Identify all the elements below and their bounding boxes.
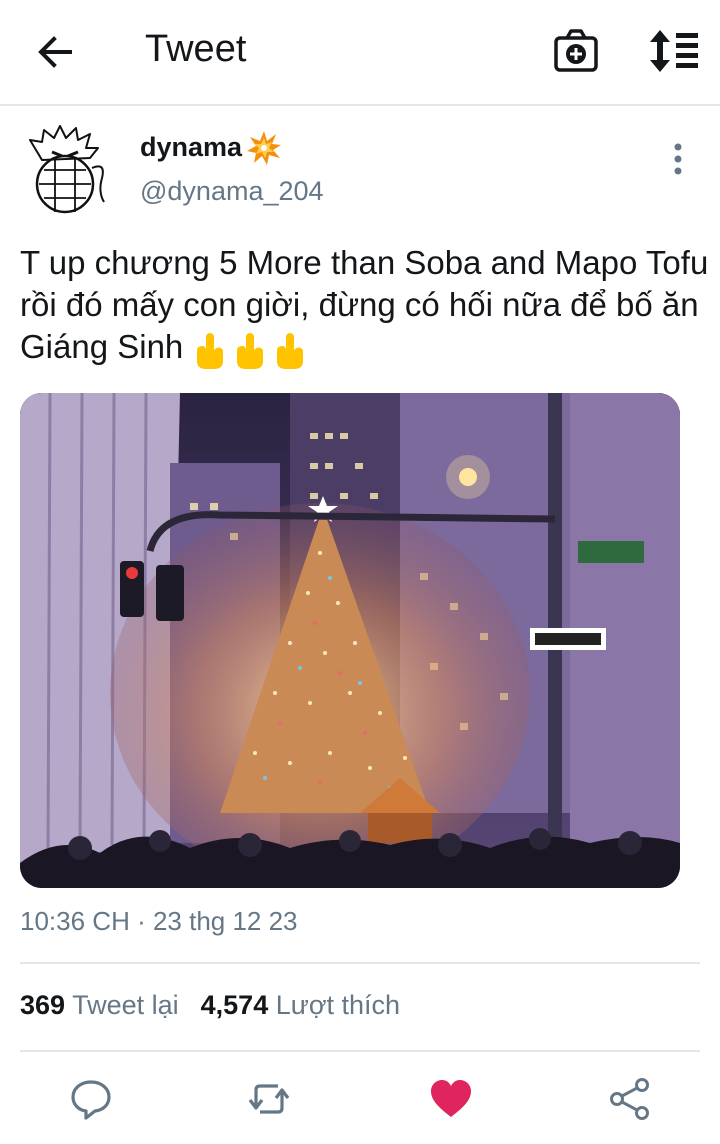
- more-options-button[interactable]: [664, 140, 692, 178]
- camera-plus-icon: [554, 29, 598, 72]
- divider: [20, 962, 700, 964]
- like-button[interactable]: [428, 1076, 474, 1122]
- collision-icon: [246, 130, 282, 166]
- tweet-photo[interactable]: [20, 393, 680, 888]
- camera-button[interactable]: [552, 28, 600, 74]
- back-button[interactable]: [34, 32, 78, 72]
- like-stat[interactable]: 4,574 Lượt thích: [201, 990, 400, 1020]
- reply-icon: [71, 1080, 111, 1120]
- page-title: Tweet: [145, 28, 247, 70]
- top-app-bar: Tweet: [0, 0, 720, 106]
- arrow-left-icon: [38, 36, 72, 68]
- christmas-tree-photo: [20, 393, 680, 888]
- reply-button[interactable]: [68, 1076, 114, 1122]
- avatar[interactable]: [22, 122, 108, 216]
- like-count: 4,574: [200, 990, 269, 1020]
- more-vertical-icon: [674, 143, 682, 175]
- tweet-text-content: T up chương 5 More than Soba and Mapo To…: [20, 244, 709, 365]
- retweet-icon: [248, 1084, 290, 1114]
- retweet-stat[interactable]: 369 Tweet lại: [20, 990, 179, 1020]
- retweet-label: Tweet lại: [72, 990, 179, 1020]
- tweet-text: T up chương 5 More than Soba and Mapo To…: [20, 242, 710, 371]
- engagement-stats: 369 Tweet lại 4,574 Lượt thích: [20, 990, 400, 1021]
- share-button[interactable]: [607, 1076, 653, 1122]
- author-display-name[interactable]: dynama: [140, 132, 242, 163]
- tweet-timestamp[interactable]: 10:36 CH · 23 thg 12 23: [20, 906, 298, 937]
- retweet-button[interactable]: [246, 1076, 292, 1122]
- sort-button[interactable]: [646, 28, 700, 74]
- middle-finger-icon: [197, 332, 224, 369]
- like-label: Lượt thích: [275, 990, 401, 1020]
- grenade-character-avatar: [22, 122, 108, 216]
- divider: [20, 1050, 700, 1052]
- heart-icon: [431, 1080, 471, 1117]
- sort-list-icon: [650, 30, 698, 72]
- author-handle[interactable]: @dynama_204: [140, 176, 324, 207]
- middle-finger-icon: [277, 332, 304, 369]
- middle-finger-icon: [237, 332, 264, 369]
- retweet-count: 369: [20, 990, 66, 1020]
- emoji-group: [192, 328, 312, 371]
- share-icon: [610, 1078, 649, 1120]
